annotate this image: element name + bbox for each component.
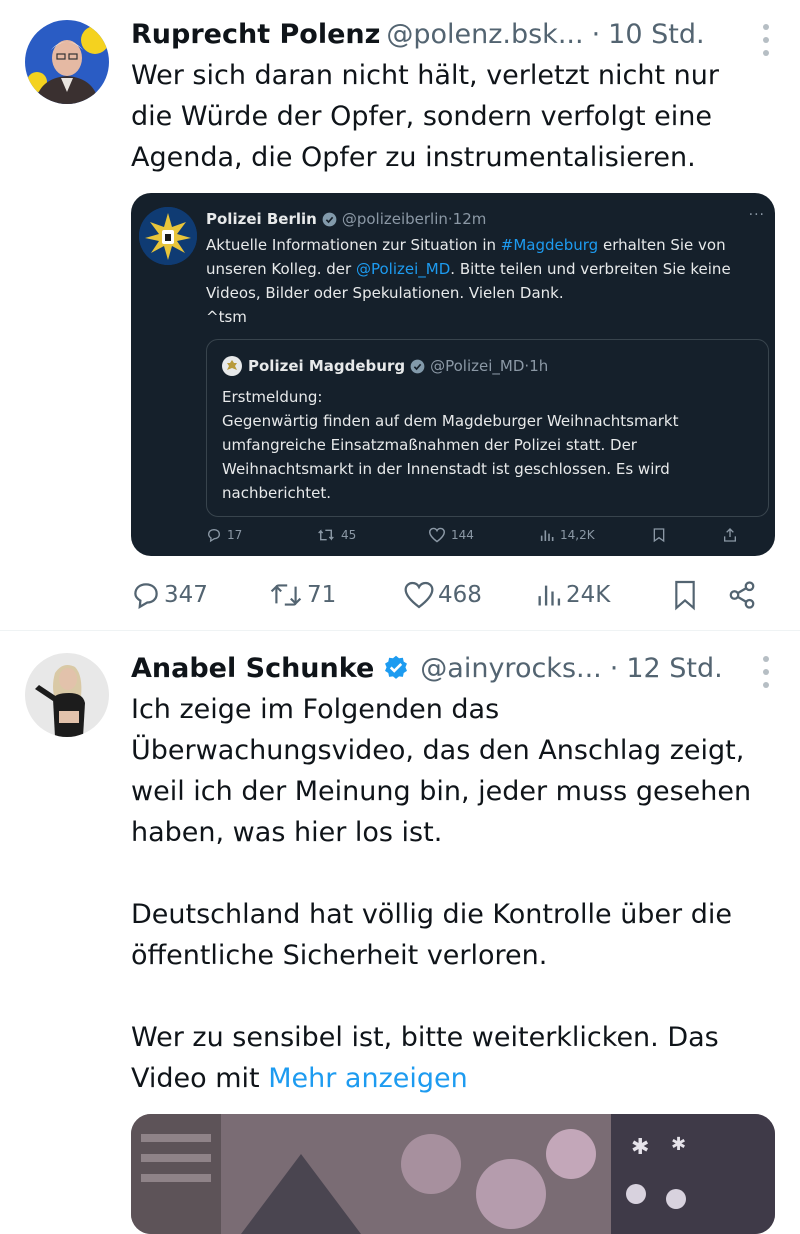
- heart-icon: [404, 581, 434, 609]
- quote-text-line: Gegenwärtig finden auf dem Magdeburger W…: [222, 412, 679, 430]
- post-text-line: Ich zeige im Folgenden das: [131, 694, 500, 725]
- avatar-schunke[interactable]: [25, 653, 109, 737]
- quoted-post: Polizei Magdeburg @Polizei_MD · 1h Erstm…: [206, 339, 769, 517]
- embed-more-icon: ···: [748, 207, 765, 223]
- repost-count: 71: [307, 582, 337, 608]
- quote-author-handle: @Polizei_MD: [430, 357, 525, 375]
- post-time[interactable]: 12 Std.: [626, 653, 722, 684]
- bookmark-icon: [651, 527, 672, 543]
- verified-badge-icon: [322, 212, 337, 227]
- embedded-post-image[interactable]: Polizei Berlin @polizeiberlin · 12m ··· …: [131, 193, 775, 556]
- mention-link: @Polizei_MD: [355, 260, 451, 278]
- embed-repost: 45: [316, 527, 356, 543]
- post-text-line: Agenda, die Opfer zu instrumentalisieren…: [131, 142, 696, 173]
- heart-icon: [428, 527, 446, 543]
- embed-author-name: Polizei Berlin: [206, 210, 317, 228]
- quote-text: Erstmeldung: Gegenwärtig finden auf dem …: [222, 385, 752, 505]
- embed-reply-count: 17: [227, 528, 243, 542]
- reply-icon: [207, 528, 221, 543]
- separator-dot: ·: [609, 652, 619, 684]
- views-button[interactable]: 24K: [535, 575, 610, 615]
- embed-author-handle: @polizeiberlin: [341, 210, 448, 228]
- views-count: 24K: [566, 582, 611, 608]
- embed-reply: 17: [206, 527, 242, 543]
- reply-button[interactable]: 347: [131, 575, 208, 615]
- post-divider: [0, 630, 800, 631]
- embed-views: 14,2K: [539, 527, 595, 543]
- share-icon: [722, 527, 743, 543]
- post-text-line-last: Video mit Mehr anzeigen: [131, 1058, 781, 1099]
- repost-icon: [270, 584, 302, 606]
- embed-time: 12m: [452, 210, 487, 228]
- embed-text-line: Videos, Bilder oder Spekulationen. Viele…: [206, 284, 564, 302]
- post-header: Ruprecht Polenz @polenz.bsk... · 10 Std.: [131, 14, 750, 54]
- quote-text-line: Erstmeldung:: [222, 388, 323, 406]
- avatar-polenz[interactable]: [25, 20, 109, 104]
- author-handle[interactable]: @ainyrocks...: [420, 653, 601, 684]
- verified-badge-icon: [410, 359, 425, 374]
- embed-text-fragment: erhalten Sie von: [598, 236, 726, 254]
- embed-views-count: 14,2K: [560, 528, 595, 542]
- author-name[interactable]: Ruprecht Polenz: [131, 19, 380, 50]
- reply-icon: [134, 583, 158, 609]
- post-text-line: Deutschland hat völlig die Kontrolle übe…: [131, 899, 732, 930]
- repost-icon: [318, 529, 334, 541]
- show-more-link[interactable]: Mehr anzeigen: [268, 1063, 468, 1094]
- embed-text-fragment: unseren Kolleg. der: [206, 260, 356, 278]
- post-text-line: haben, was hier los ist.: [131, 817, 443, 848]
- embed-text-fragment: Aktuelle Informationen zur Situation in: [206, 236, 501, 254]
- views-icon: [538, 585, 561, 606]
- quote-text-line: nachberichtet.: [222, 484, 332, 502]
- bookmark-icon[interactable]: [672, 575, 701, 615]
- embed-action-bar: 17 45 144 14,2K: [206, 527, 766, 549]
- post-text: Wer sich daran nicht hält, verletzt nich…: [131, 55, 781, 178]
- quote-text-line: umfangreiche Einsatzmaßnahmen der Polize…: [222, 436, 637, 454]
- verified-badge-icon[interactable]: [382, 654, 410, 682]
- author-name[interactable]: Anabel Schunke: [131, 653, 374, 684]
- quote-text-line: Weihnachtsmarkt in der Innenstadt ist ge…: [222, 460, 670, 478]
- action-bar: 347 71 468 24K: [131, 575, 761, 615]
- more-options-icon[interactable]: [760, 24, 772, 56]
- embed-header: Polizei Berlin @polizeiberlin · 12m: [206, 207, 486, 231]
- like-count: 468: [438, 582, 482, 608]
- repost-button[interactable]: 71: [268, 575, 336, 615]
- post-header: Anabel Schunke @ainyrocks... · 12 Std.: [131, 648, 750, 688]
- post-text: Ich zeige im Folgenden das Überwachungsv…: [131, 689, 781, 1099]
- views-icon: [540, 530, 554, 541]
- video-thumbnail[interactable]: ✱ ✱: [131, 1114, 775, 1234]
- separator-dot: ·: [591, 18, 601, 50]
- post-text-line: Wer zu sensibel ist, bitte weiterklicken…: [131, 1022, 719, 1053]
- like-button[interactable]: 468: [403, 575, 482, 615]
- author-handle[interactable]: @polenz.bsk...: [386, 19, 583, 50]
- embed-text-fragment: . Bitte teilen und verbreiten Sie keine: [450, 260, 731, 278]
- quote-author-name: Polizei Magdeburg: [248, 357, 406, 375]
- post-time[interactable]: 10 Std.: [608, 19, 704, 50]
- share-icon[interactable]: [727, 575, 760, 615]
- quote-time: 1h: [529, 357, 549, 375]
- reply-count: 347: [164, 582, 208, 608]
- post-text-line: öffentliche Sicherheit verloren.: [131, 940, 548, 971]
- embed-text: Aktuelle Informationen zur Situation in …: [206, 233, 766, 329]
- embed-like: 144: [428, 527, 474, 543]
- embed-text-line: ^tsm: [206, 308, 247, 326]
- hashtag-link: #Magdeburg: [500, 236, 599, 254]
- quote-header: Polizei Magdeburg @Polizei_MD · 1h: [222, 354, 548, 378]
- post-text-fragment: Video mit: [131, 1063, 269, 1094]
- polizei-magdeburg-logo: [222, 356, 242, 376]
- post-text-line: weil ich der Meinung bin, jeder muss ges…: [131, 776, 752, 807]
- svg-text:✱: ✱: [671, 1134, 686, 1155]
- polizei-berlin-logo: [139, 207, 197, 265]
- post-text-line: Überwachungsvideo, das den Anschlag zeig…: [131, 735, 745, 766]
- post-text-line: die Würde der Opfer, sondern verfolgt ei…: [131, 101, 712, 132]
- more-options-icon[interactable]: [760, 656, 772, 688]
- embed-repost-count: 45: [341, 528, 357, 542]
- post-text-line: Wer sich daran nicht hält, verletzt nich…: [131, 60, 719, 91]
- svg-text:✱: ✱: [631, 1135, 649, 1160]
- embed-like-count: 144: [451, 528, 474, 542]
